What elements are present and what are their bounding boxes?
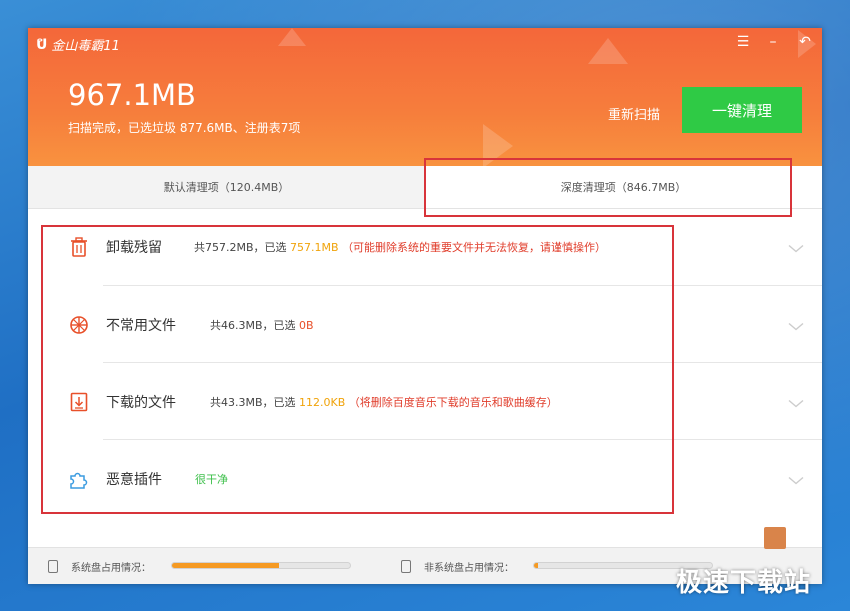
other-disk-label: 非系统盘占用情况： <box>424 563 514 574</box>
chevron-down-icon[interactable] <box>788 469 804 488</box>
kingsoft-logo-icon: ᕞ <box>36 36 48 53</box>
header-decoration <box>588 38 628 64</box>
header-decoration <box>278 28 306 46</box>
chevron-down-icon[interactable] <box>788 315 804 334</box>
one-click-clean-button[interactable]: 一键清理 <box>682 87 802 133</box>
system-disk-usage-fill <box>172 563 279 568</box>
menu-button[interactable]: ☰ <box>734 34 752 50</box>
chevron-down-icon[interactable] <box>788 237 804 256</box>
restore-button[interactable]: ↶ <box>796 34 814 50</box>
other-disk-usage-fill <box>534 563 538 568</box>
chevron-down-icon[interactable] <box>788 392 804 411</box>
app-logo: ᕞ 金山毒霸11 <box>36 35 120 55</box>
package-icon <box>764 527 786 549</box>
rescan-link[interactable]: 重新扫描 <box>608 104 660 123</box>
annotation-box-tab <box>424 158 792 217</box>
app-name: 金山毒霸11 <box>51 39 120 54</box>
watermark: 极速下载站 <box>676 568 812 598</box>
disk-icon <box>48 560 58 573</box>
scan-summary: 扫描完成，已选垃圾 877.6MB、注册表7项 <box>68 121 301 135</box>
system-disk-label: 系统盘占用情况： <box>71 563 151 574</box>
total-junk-size: 967.1MB <box>68 78 196 112</box>
header: ᕞ 金山毒霸11 ☰ – ↶ 967.1MB 扫描完成，已选垃圾 877.6MB… <box>28 28 822 166</box>
tab-default-clean[interactable]: 默认清理项（120.4MB） <box>28 166 425 208</box>
system-disk-usage-bar <box>171 562 351 569</box>
minimize-button[interactable]: – <box>764 34 782 50</box>
annotation-box-list <box>41 225 674 514</box>
disk-icon <box>401 560 411 573</box>
